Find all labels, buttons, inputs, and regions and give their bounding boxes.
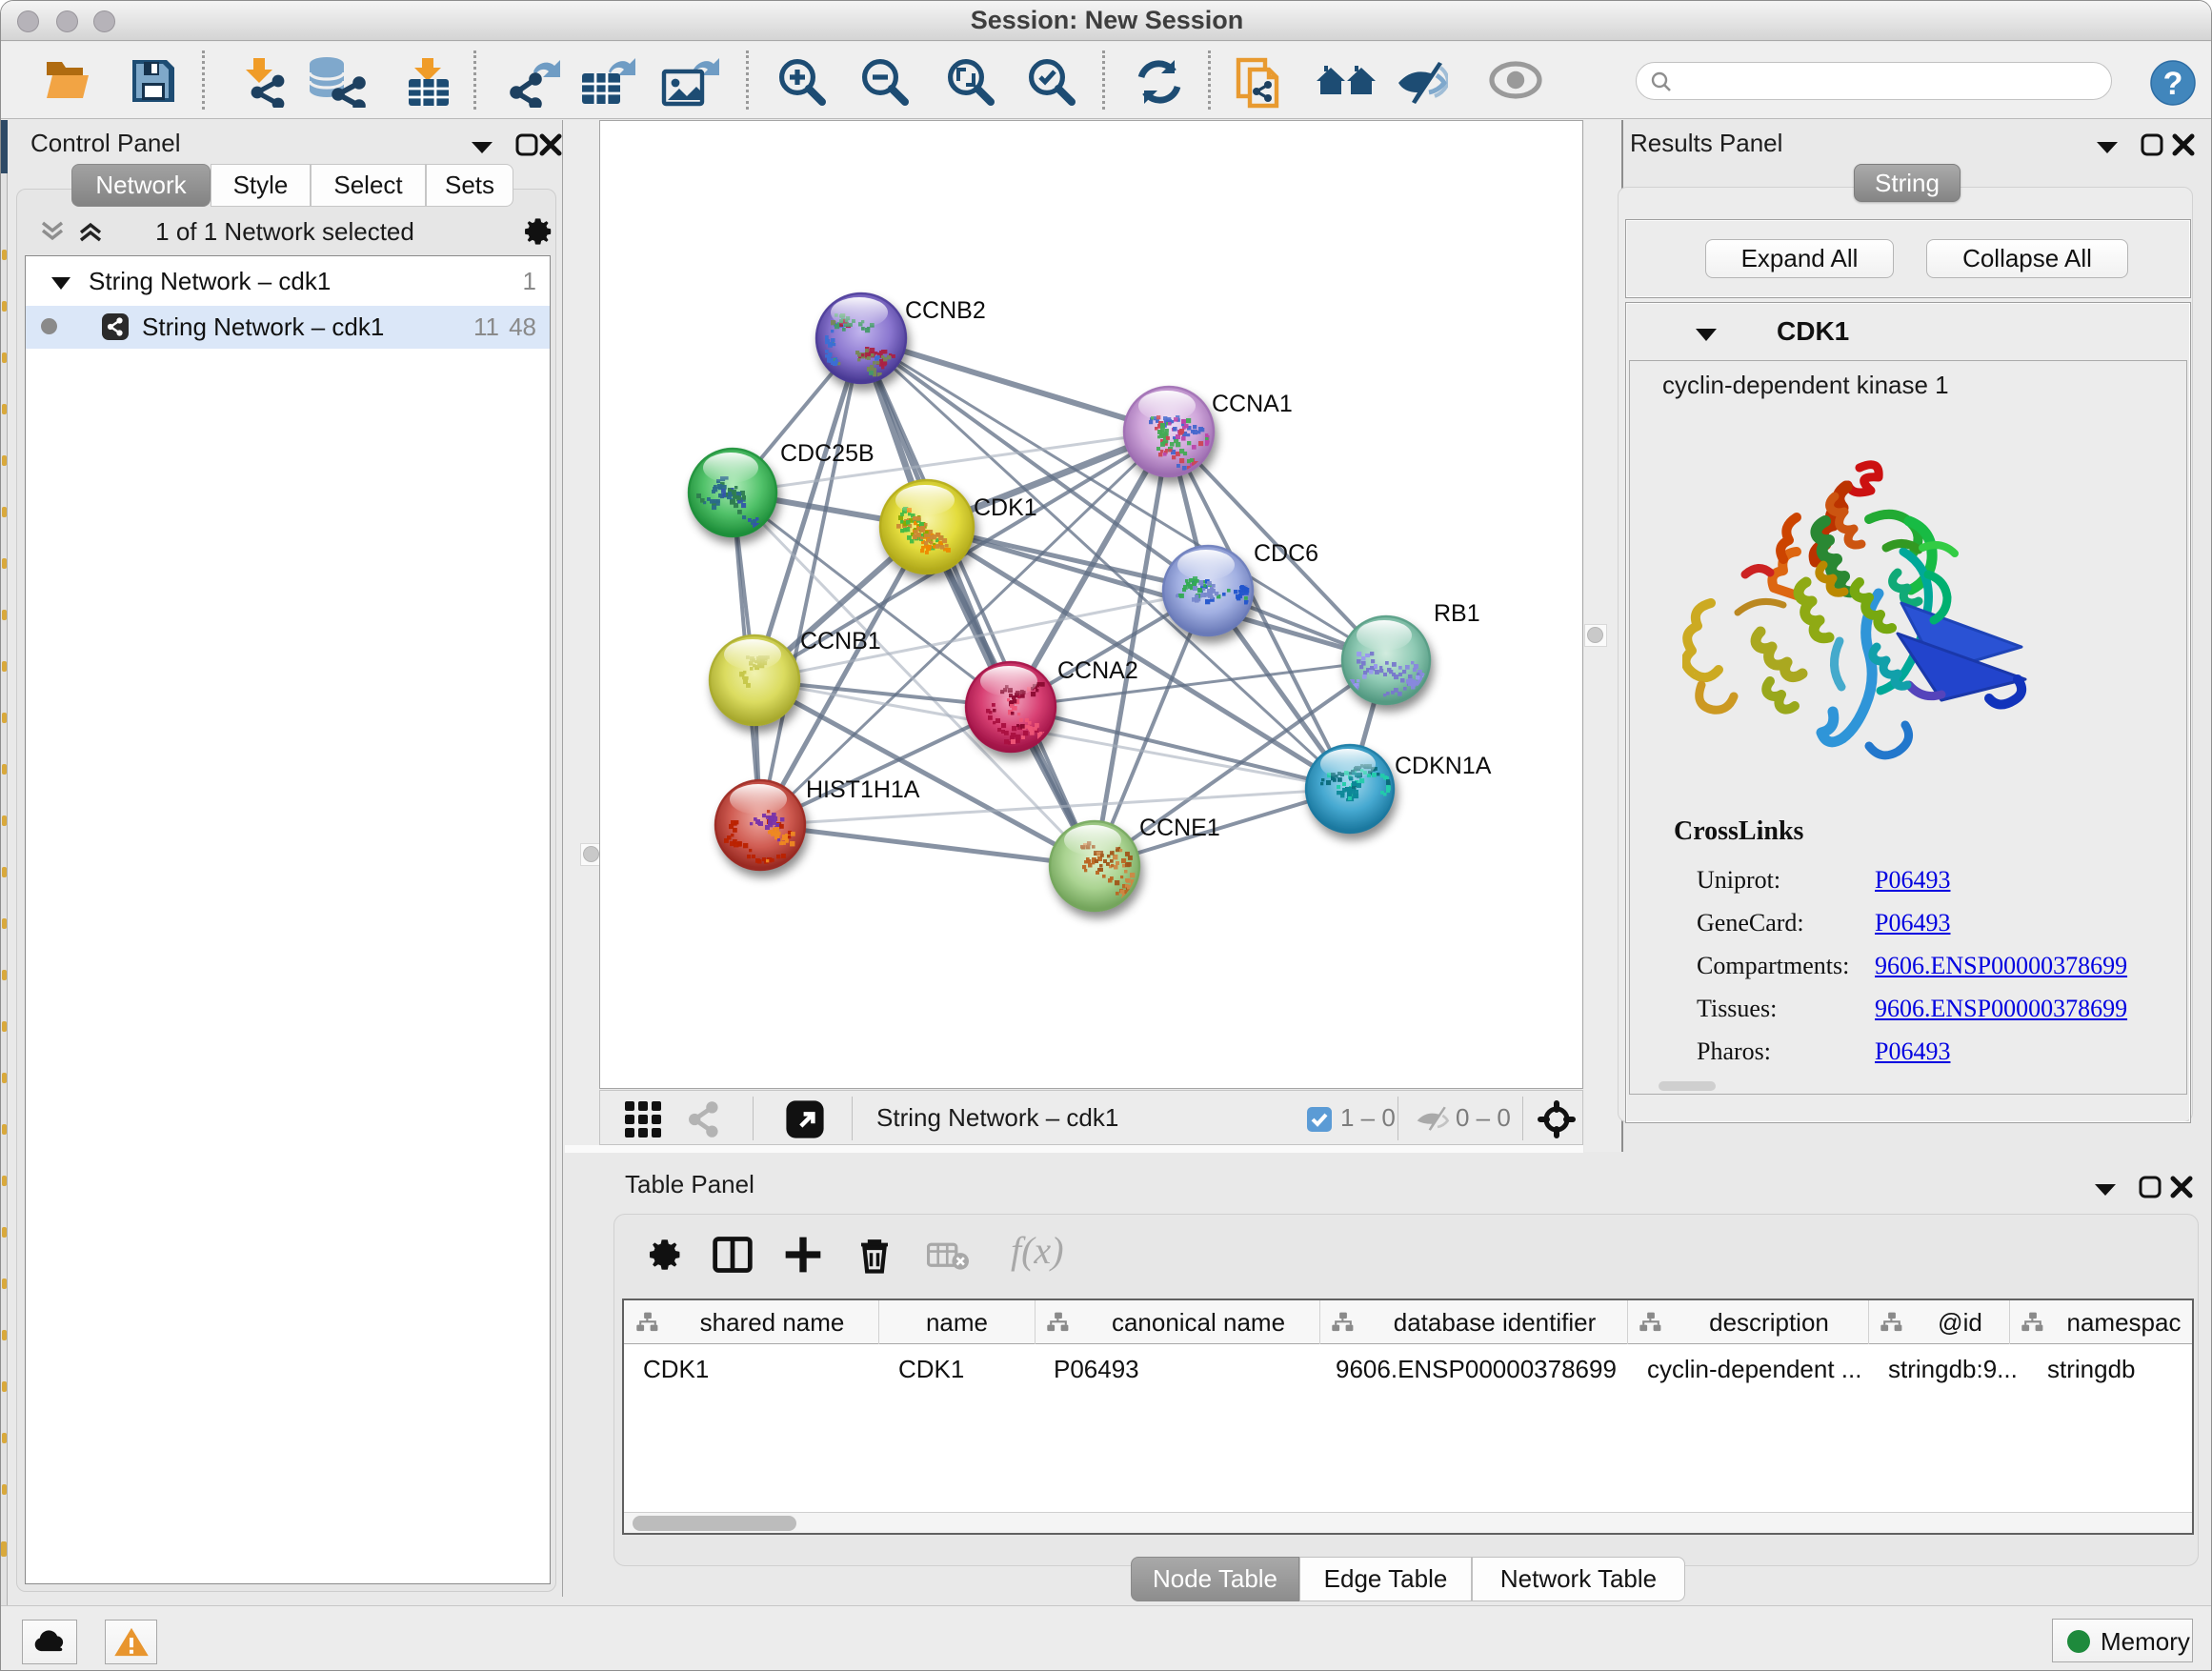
svg-text:CCNB2: CCNB2 xyxy=(905,297,986,324)
svg-text:?: ? xyxy=(2163,66,2183,102)
svg-text:CDC25B: CDC25B xyxy=(780,440,875,467)
svg-text:HIST1H1A: HIST1H1A xyxy=(806,776,920,803)
svg-text:CCNB1: CCNB1 xyxy=(800,628,881,654)
svg-text:CDK1: CDK1 xyxy=(974,494,1037,521)
svg-text:CDKN1A: CDKN1A xyxy=(1395,753,1492,779)
svg-text:CCNA1: CCNA1 xyxy=(1212,391,1293,417)
svg-text:RB1: RB1 xyxy=(1434,600,1480,627)
svg-text:CDC6: CDC6 xyxy=(1254,540,1318,567)
svg-text:CCNE1: CCNE1 xyxy=(1139,815,1220,841)
svg-text:CCNA2: CCNA2 xyxy=(1057,657,1138,684)
